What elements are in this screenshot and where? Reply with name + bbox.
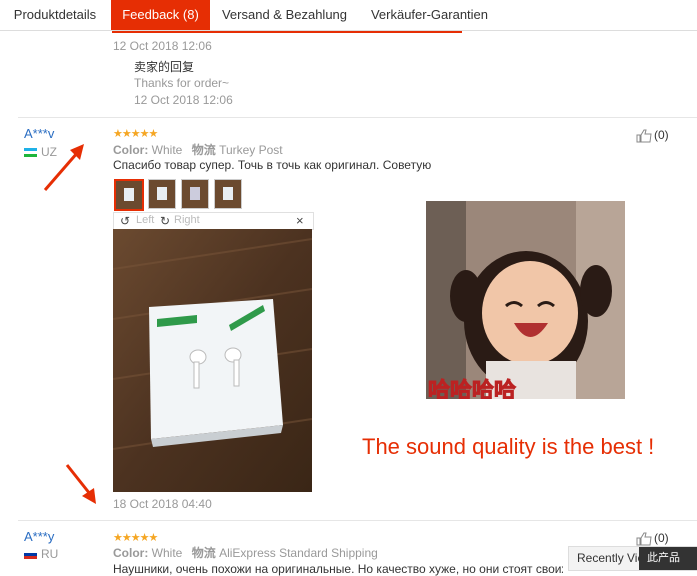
annotation-text: The sound quality is the best !	[362, 434, 655, 459]
ru-flag-icon	[24, 550, 37, 560]
logistics-label: 物流	[191, 546, 216, 560]
seller-reply-title: 卖家的回复	[134, 60, 195, 74]
review-photo-large[interactable]	[113, 229, 312, 492]
annotation-arrow-icon	[65, 464, 96, 504]
color-value: White	[151, 143, 183, 157]
tab-versand-bezahlung[interactable]: Versand & Bezahlung	[212, 0, 357, 30]
review-text: Наушники, очень похожи на оригинальные. …	[113, 562, 563, 576]
review-photo-thumb[interactable]	[214, 179, 242, 209]
photo-toolbar: ↺ Left ↻ Right ×	[113, 212, 314, 230]
rotate-right-label[interactable]: Right	[174, 214, 200, 226]
recently-viewed-panel[interactable]: Recently Viewed 此产品	[568, 546, 697, 571]
uz-flag-icon	[24, 148, 37, 158]
reviewer-name[interactable]: A***v	[24, 126, 54, 141]
annotation-arrow-icon	[43, 144, 84, 191]
review-photo-thumb[interactable]	[114, 179, 144, 211]
rotate-right-icon[interactable]: ↻	[160, 214, 170, 228]
color-label: Color:	[113, 143, 149, 157]
seller-reply-date: 12 Oct 2018 12:06	[134, 93, 233, 107]
reaction-meme-image: 哈哈哈哈	[426, 201, 625, 399]
product-badge[interactable]: 此产品	[639, 547, 697, 570]
tab-produktdetails[interactable]: Produktdetails	[0, 0, 110, 30]
rating-stars: ★★★★★	[113, 532, 158, 544]
helpful-button[interactable]: (0)	[636, 531, 669, 546]
tab-bar: Produktdetails Feedback (8) Versand & Be…	[0, 0, 697, 31]
tab-underline	[112, 31, 462, 33]
reviewer-country: RU	[24, 547, 58, 561]
meme-caption: 哈哈哈哈	[427, 378, 517, 400]
review-divider	[18, 117, 697, 118]
review-photo-thumb[interactable]	[181, 179, 209, 209]
logistics-value: Turkey Post	[219, 143, 283, 157]
order-info: Color: White 物流 AliExpress Standard Ship…	[113, 544, 378, 561]
rotate-left-icon[interactable]: ↺	[120, 214, 130, 228]
order-info: Color: White 物流 Turkey Post	[113, 141, 283, 158]
review-divider	[18, 520, 697, 521]
review-date: 12 Oct 2018 12:06	[113, 39, 212, 53]
thumbs-up-icon	[636, 532, 652, 546]
tab-feedback[interactable]: Feedback (8)	[111, 0, 210, 30]
rotate-left-label[interactable]: Left	[136, 214, 154, 226]
thumbs-up-icon	[636, 129, 652, 143]
product-box-image	[113, 229, 312, 492]
seller-reply-text: Thanks for order~	[134, 76, 230, 90]
helpful-count: (0)	[654, 128, 669, 142]
review-photo-thumb[interactable]	[148, 179, 176, 209]
review-date: 18 Oct 2018 04:40	[113, 497, 212, 511]
logistics-label: 物流	[191, 143, 216, 157]
logistics-value: AliExpress Standard Shipping	[219, 546, 378, 560]
rating-stars: ★★★★★	[113, 128, 158, 140]
reviewer-name[interactable]: A***y	[24, 529, 54, 544]
color-value: White	[151, 546, 183, 560]
color-label: Color:	[113, 546, 149, 560]
country-code: RU	[41, 547, 59, 561]
review-text: Спасибо товар супер. Точь в точь как ори…	[113, 158, 432, 172]
tab-verkaeufer-garantien[interactable]: Verkäufer-Garantien	[357, 0, 502, 30]
helpful-count: (0)	[654, 531, 669, 545]
close-icon[interactable]: ×	[296, 213, 304, 228]
helpful-button[interactable]: (0)	[636, 128, 669, 143]
